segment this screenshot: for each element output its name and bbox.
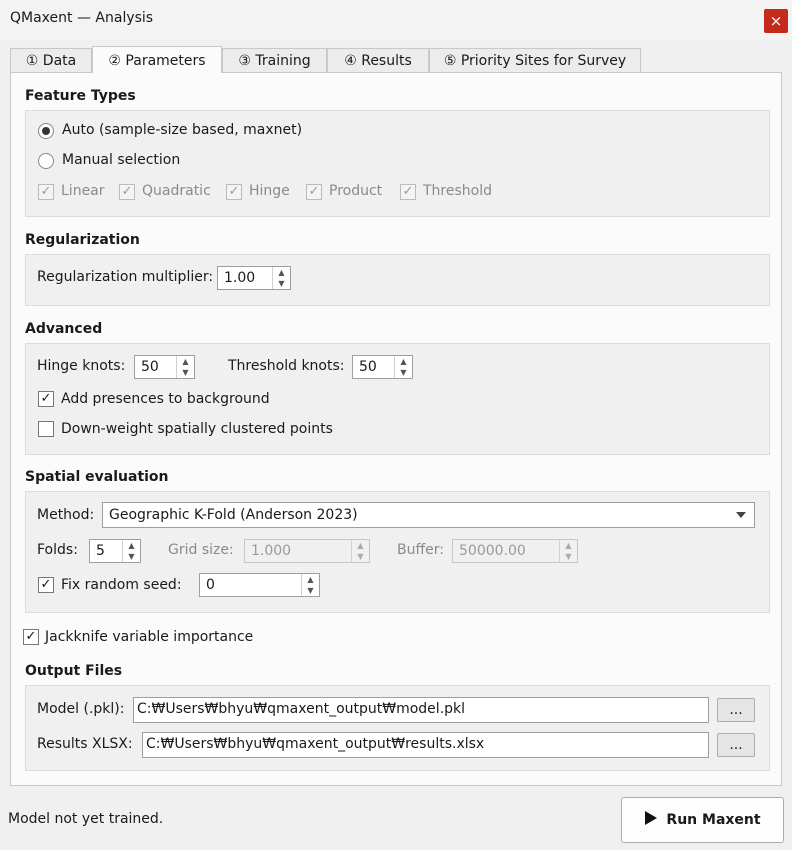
- linear-checkbox[interactable]: ✓: [38, 184, 54, 200]
- regularization-multiplier-label: Regularization multiplier:: [37, 269, 214, 285]
- spatial-evaluation-title: Spatial evaluation: [25, 469, 169, 485]
- hinge-knots-label: Hinge knots:: [37, 358, 126, 374]
- manual-radio[interactable]: [38, 153, 54, 169]
- spin-down-icon[interactable]: ▼: [273, 278, 290, 289]
- seed-spinbox[interactable]: 0 ▲ ▼: [199, 573, 320, 597]
- grid-size-spinbox[interactable]: 1.000 ▲ ▼: [244, 539, 370, 563]
- spin-down-icon[interactable]: ▼: [352, 551, 369, 562]
- tab-priority-sites[interactable]: ⑤ Priority Sites for Survey: [429, 48, 641, 72]
- tab-parameters[interactable]: ② Parameters: [92, 46, 222, 73]
- results-path-field[interactable]: [142, 732, 709, 758]
- spin-down-icon[interactable]: ▼: [302, 585, 319, 596]
- quadratic-checkbox[interactable]: ✓: [119, 184, 135, 200]
- manual-radio-label[interactable]: Manual selection: [62, 152, 180, 168]
- regularization-title: Regularization: [25, 232, 140, 248]
- folds-spinbox[interactable]: 5 ▲ ▼: [89, 539, 141, 563]
- hinge-checkbox[interactable]: ✓: [226, 184, 242, 200]
- hinge-label: Hinge: [249, 183, 290, 199]
- spin-up-icon[interactable]: ▲: [123, 540, 140, 551]
- run-maxent-button[interactable]: Run Maxent: [621, 797, 784, 843]
- downweight-label[interactable]: Down-weight spatially clustered points: [61, 421, 333, 437]
- close-icon: ×: [769, 12, 783, 30]
- model-path-input[interactable]: [137, 701, 689, 717]
- buffer-spinbox[interactable]: 50000.00 ▲ ▼: [452, 539, 578, 563]
- advanced-title: Advanced: [25, 321, 103, 337]
- grid-size-label: Grid size:: [168, 542, 234, 558]
- regularization-multiplier-spinbox[interactable]: 1.00 ▲ ▼: [217, 266, 291, 290]
- jackknife-label[interactable]: Jackknife variable importance: [45, 629, 253, 645]
- title-bar: QMaxent — Analysis ×: [0, 0, 792, 40]
- method-value: Geographic K-Fold (Anderson 2023): [109, 507, 358, 523]
- spin-up-icon[interactable]: ▲: [177, 356, 194, 367]
- downweight-checkbox[interactable]: [38, 421, 54, 437]
- add-presences-label[interactable]: Add presences to background: [61, 391, 270, 407]
- tab-results[interactable]: ④ Results: [327, 48, 429, 72]
- fix-seed-label[interactable]: Fix random seed:: [61, 577, 182, 593]
- browse-results-button[interactable]: ...: [717, 733, 755, 757]
- regularization-multiplier-value: 1.00: [224, 270, 256, 286]
- results-path-label: Results XLSX:: [37, 736, 133, 752]
- model-path-field[interactable]: [133, 697, 709, 723]
- window-title: QMaxent — Analysis: [10, 10, 154, 26]
- method-label: Method:: [37, 507, 95, 523]
- grid-size-value: 1.000: [251, 543, 292, 559]
- spin-up-icon[interactable]: ▲: [273, 267, 290, 278]
- browse-model-button[interactable]: ...: [717, 698, 755, 722]
- product-checkbox[interactable]: ✓: [306, 184, 322, 200]
- quadratic-label: Quadratic: [142, 183, 211, 199]
- folds-label: Folds:: [37, 542, 78, 558]
- output-files-title: Output Files: [25, 663, 123, 679]
- hinge-knots-value: 50: [141, 359, 159, 375]
- close-button[interactable]: ×: [764, 9, 788, 33]
- jackknife-checkbox[interactable]: ✓: [23, 629, 39, 645]
- buffer-label: Buffer:: [397, 542, 444, 558]
- spin-up-icon[interactable]: ▲: [560, 540, 577, 551]
- play-icon: [645, 811, 658, 825]
- run-maxent-label: Run Maxent: [666, 812, 761, 828]
- method-dropdown[interactable]: Geographic K-Fold (Anderson 2023): [102, 502, 755, 528]
- spin-up-icon[interactable]: ▲: [395, 356, 412, 367]
- status-text: Model not yet trained.: [8, 811, 164, 827]
- spin-up-icon[interactable]: ▲: [302, 574, 319, 585]
- spin-up-icon[interactable]: ▲: [352, 540, 369, 551]
- auto-radio[interactable]: [38, 123, 54, 139]
- model-path-label: Model (.pkl):: [37, 701, 125, 717]
- threshold-knots-spinbox[interactable]: 50 ▲ ▼: [352, 355, 413, 379]
- product-label: Product: [329, 183, 383, 199]
- tab-data[interactable]: ① Data: [10, 48, 92, 72]
- seed-value: 0: [206, 577, 215, 593]
- auto-radio-label[interactable]: Auto (sample-size based, maxnet): [62, 122, 302, 138]
- add-presences-checkbox[interactable]: ✓: [38, 391, 54, 407]
- results-path-input[interactable]: [146, 736, 689, 752]
- tab-training[interactable]: ③ Training: [222, 48, 327, 72]
- linear-label: Linear: [61, 183, 105, 199]
- threshold-checkbox[interactable]: ✓: [400, 184, 416, 200]
- hinge-knots-spinbox[interactable]: 50 ▲ ▼: [134, 355, 195, 379]
- threshold-label: Threshold: [423, 183, 492, 199]
- folds-value: 5: [96, 543, 105, 559]
- spin-down-icon[interactable]: ▼: [123, 551, 140, 562]
- spin-down-icon[interactable]: ▼: [395, 367, 412, 378]
- feature-types-title: Feature Types: [25, 88, 136, 104]
- fix-seed-checkbox[interactable]: ✓: [38, 577, 54, 593]
- spin-down-icon[interactable]: ▼: [177, 367, 194, 378]
- buffer-value: 50000.00: [459, 543, 526, 559]
- threshold-knots-value: 50: [359, 359, 377, 375]
- chevron-down-icon: [736, 512, 746, 518]
- threshold-knots-label: Threshold knots:: [228, 358, 345, 374]
- spin-down-icon[interactable]: ▼: [560, 551, 577, 562]
